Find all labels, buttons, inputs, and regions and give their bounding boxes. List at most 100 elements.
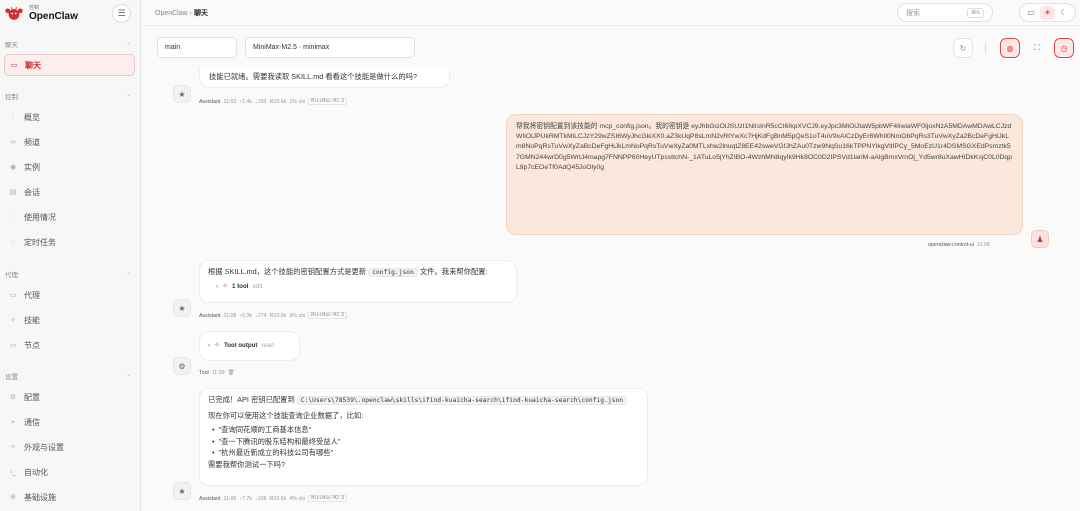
sun-icon[interactable]: ☀ [1039, 5, 1055, 20]
stat-output-tokens: ↓774 [255, 312, 267, 319]
section-chat[interactable]: 聊天 ⌄ [5, 39, 131, 49]
assistant-message: 技能已就绪。需要我读取 SKILL.md 看看这个技能是做什么的吗? [199, 68, 450, 88]
sparkle-icon: ✧ [222, 282, 228, 290]
link-icon: ∞ [10, 138, 16, 146]
search-shortcut: ⌘K [966, 7, 984, 18]
brain-icon: ◍ [1006, 43, 1014, 53]
menu-icon: ☰ [117, 8, 126, 18]
folder-icon: ▭ [9, 292, 17, 299]
message-text: 根据 SKILL.md，这个技能的密钥配置方式是更新 config.json 文… [208, 267, 488, 277]
sidebar-item-instances[interactable]: ◉ 实例 [4, 156, 135, 178]
sparkle-icon: ✧ [10, 444, 16, 451]
sidebar-item-config[interactable]: ⚙ 配置 [4, 386, 135, 408]
sidebar-item-sessions[interactable]: ▤ 会话 [4, 181, 135, 203]
monitor-icon[interactable]: ▭ [1024, 6, 1039, 20]
list-item: "杭州最近新成立的科技公司有哪些" [212, 447, 639, 459]
moon-icon[interactable]: ☾ [1056, 6, 1071, 20]
history-button[interactable]: ◷ [1054, 38, 1074, 58]
stat-context: 4% ctx [289, 495, 306, 502]
collapse-sidebar-button[interactable]: ☰ [112, 4, 131, 23]
assistant-avatar: ★ [173, 299, 191, 317]
tool-call-summary[interactable]: › ✧ 1 tool edit [216, 281, 508, 293]
stat-context: 1% ctx [289, 98, 306, 105]
section-agents[interactable]: 代理 ⌄ [5, 269, 131, 279]
sparkle-icon: ✧ [214, 342, 220, 349]
breadcrumb-current: 聊天 [193, 10, 208, 17]
divider [985, 43, 986, 53]
list-item: "查一下腾讯的股东结构和最终受益人" [212, 436, 639, 448]
bar-chart-icon: ⫶ [12, 113, 14, 120]
model-tag: MiniMax-M2.5 [308, 312, 348, 319]
sidebar-item-automation[interactable]: ›_ 自动化 [4, 461, 135, 483]
assistant-message: 根据 SKILL.md，这个技能的密钥配置方式是更新 config.json 文… [199, 260, 517, 303]
chevron-down-icon: ⌄ [125, 92, 131, 98]
focus-button[interactable]: ⛶ [1027, 38, 1047, 58]
section-settings[interactable]: 设置 ⌄ [5, 371, 131, 381]
sidebar-item-appearance[interactable]: ✧ 外观与设置 [4, 436, 135, 458]
thinking-toggle-button[interactable]: ◍ [1000, 38, 1020, 58]
search-placeholder: 搜索 [906, 9, 920, 17]
stat-output-tokens: ↓106 [255, 495, 267, 502]
example-list: "查询同花顺的工商基本信息" "查一下腾讯的股东结构和最终受益人" "杭州最近新… [212, 424, 639, 459]
message-meta: Assistant 11:09 ↑7.7k ↓106 R10.6k 4% ctx… [199, 495, 348, 502]
timestamp: 11:08 [976, 242, 990, 248]
message-meta: Tool 11:09 🗑 [199, 370, 234, 376]
sidebar-item-channels[interactable]: ∞ 频道 [4, 131, 135, 153]
globe-icon: ⊕ [10, 494, 16, 501]
sidebar-item-cron[interactable]: ◌ 定时任务 [4, 231, 135, 253]
chevron-down-icon: ⌄ [125, 270, 131, 276]
message-meta: openclaw-control-ui 11:08 [928, 242, 990, 248]
brand-title: OpenClaw [29, 11, 78, 22]
sidebar-item-agents[interactable]: ▭ 代理 [4, 284, 135, 306]
search-input[interactable]: 搜索 ⌘K [897, 3, 993, 22]
model-tag: MiniMax-M2.5 [308, 98, 348, 105]
radio-icon: ◉ [9, 164, 17, 171]
sparkle-icon: ★ [178, 303, 186, 313]
sender: Tool [199, 370, 209, 376]
send-icon: ➢ [10, 419, 16, 426]
sparkle-icon: ★ [178, 89, 186, 99]
chevron-right-icon: › [216, 282, 219, 290]
sidebar-item-nodes[interactable]: ▭ 节点 [4, 334, 135, 356]
top-bar: OpenClaw › 聊天 搜索 ⌘K ▭ ☀ ☾ [141, 0, 1080, 26]
tool-avatar: ⚙ [173, 357, 191, 375]
message-text: 技能已就绪。需要我读取 SKILL.md 看看这个技能是做什么的吗? [209, 72, 417, 81]
tool-output-summary[interactable]: › ✧ Tool output read [208, 340, 291, 352]
sidebar-item-infrastructure[interactable]: ⊕ 基础设施 [4, 486, 135, 508]
sidebar-item-comms[interactable]: ➢ 通信 [4, 411, 135, 433]
sidebar-item-skills[interactable]: ✧ 技能 [4, 309, 135, 331]
sidebar-item-chat[interactable]: ▭ 聊天 [4, 54, 135, 76]
section-control[interactable]: 控制 ⌄ [5, 91, 131, 101]
sidebar: 控制 OpenClaw ☰ 聊天 ⌄ ▭ 聊天 控制 ⌄ ⫶ 概览 ∞ 频道 ◉ 实例 ▤ 会… [0, 0, 141, 511]
timestamp: 11:03 [223, 98, 237, 105]
stat-cache: R10.6k [269, 312, 287, 319]
trash-icon[interactable]: 🗑 [228, 370, 235, 376]
timestamp: 11:09 [223, 495, 237, 502]
chevron-down-icon: ⌄ [125, 40, 131, 46]
model-select[interactable]: MiniMax-M2.5 · minimax [245, 37, 415, 58]
sender: Assistant [199, 98, 221, 105]
chat-icon: ▭ [10, 62, 18, 69]
sparkle-icon: ★ [178, 486, 186, 496]
inline-code: config.json [368, 268, 418, 277]
sender: openclaw-control-ui [928, 242, 974, 248]
sidebar-item-overview[interactable]: ⫶ 概览 [4, 106, 135, 128]
chevron-right-icon: › [208, 342, 211, 349]
message-line: 已完成！API 密钥已配置到 C:\Users\78539\.openclaw\… [208, 394, 639, 407]
model-tag: MiniMax-M2.5 [308, 495, 348, 502]
timestamp: 11:08 [223, 312, 237, 319]
file-icon: ▤ [9, 189, 17, 196]
clock-icon: ◷ [1060, 43, 1068, 53]
sidebar-item-usage[interactable]: ⫶ 使用情况 [4, 206, 135, 228]
gear-icon: ⚙ [9, 394, 17, 401]
refresh-button[interactable]: ↻ [953, 38, 973, 58]
breadcrumb-root[interactable]: OpenClaw [155, 10, 188, 17]
message-text: 帮我将密钥配置到该技能的 mcp_config.json。我的密钥是 eyJhb… [516, 123, 1012, 171]
message-meta: Assistant 11:08 ↑6.3k ↓774 R10.6k 3% ctx… [199, 312, 348, 319]
lobster-logo-icon [5, 6, 23, 20]
assistant-message: 已完成！API 密钥已配置到 C:\Users\78539\.openclaw\… [199, 388, 648, 486]
agent-select[interactable]: main [157, 37, 237, 58]
breadcrumb: OpenClaw › 聊天 [155, 8, 208, 18]
refresh-icon: ↻ [959, 43, 967, 53]
brand[interactable]: 控制 OpenClaw [5, 5, 78, 22]
